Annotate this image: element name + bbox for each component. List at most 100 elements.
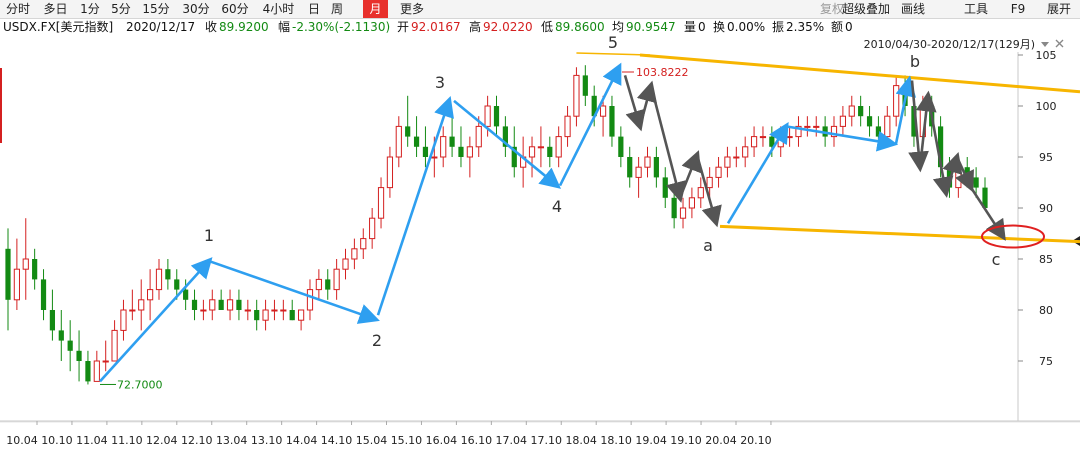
toolbar-action-2[interactable]: 画线 — [895, 0, 931, 18]
candle-body — [138, 299, 145, 311]
candle-body — [49, 310, 56, 331]
candle-body — [724, 156, 731, 168]
candle-body — [547, 146, 553, 157]
candle-body — [537, 146, 545, 149]
candle-body — [644, 156, 651, 168]
close-caption: 收 — [205, 20, 218, 34]
candle-body — [102, 360, 109, 363]
x-tick-label: 19.04 — [635, 434, 667, 447]
avg-caption: 均 — [612, 20, 625, 34]
period-tab-8[interactable]: 日 — [305, 0, 323, 18]
candle-body — [804, 125, 811, 128]
period-tab-4[interactable]: 15分 — [137, 0, 175, 18]
candle-body — [564, 115, 571, 138]
wave-label: 4 — [552, 197, 562, 216]
period-tab-1[interactable]: 多日 — [38, 0, 73, 18]
candle-body — [466, 146, 473, 158]
candle-body — [76, 350, 82, 361]
chevron-down-icon — [1041, 42, 1049, 47]
toolbar-action-4[interactable]: F9 — [1003, 0, 1033, 18]
x-tick-label: 18.04 — [565, 434, 597, 447]
x-tick-label: 14.10 — [321, 434, 353, 447]
candle-body — [671, 197, 677, 219]
y-tick-label: 95 — [1039, 151, 1053, 164]
date-label: 2020/12/17 — [126, 20, 196, 34]
candle-body — [244, 309, 251, 312]
wave-label: b — [910, 52, 920, 71]
candle-body — [111, 329, 118, 362]
high-value: 92.0220 — [483, 20, 533, 34]
wave-arrow-up — [376, 95, 454, 316]
y-tick-label: 85 — [1039, 253, 1053, 266]
wave-arrow-up — [99, 257, 213, 383]
period-tab-5[interactable]: 30分 — [177, 0, 215, 18]
candle-body — [786, 136, 793, 139]
candle-body — [209, 299, 216, 311]
candle-body — [875, 126, 882, 137]
wave-label: 2 — [372, 331, 382, 350]
candle-body — [183, 289, 189, 300]
candle-body — [573, 74, 580, 117]
candle-body — [342, 258, 349, 270]
period-tab-2[interactable]: 1分 — [75, 0, 105, 18]
candle-body — [289, 310, 295, 321]
candle-body — [528, 146, 536, 158]
high-caption: 高 — [469, 20, 482, 34]
candle-body — [386, 156, 394, 189]
amplitude-value: 2.35% — [786, 20, 825, 34]
x-tick-label: 19.10 — [670, 434, 702, 447]
candle-body — [715, 166, 722, 178]
x-tick-label: 10.10 — [41, 434, 73, 447]
candle-body — [618, 136, 624, 157]
candle-body — [484, 105, 491, 127]
candles-group — [5, 65, 988, 385]
candle-body — [67, 340, 73, 351]
candle-body — [955, 166, 962, 189]
x-tick-label: 11.10 — [111, 434, 143, 447]
candle-body — [706, 176, 713, 189]
candle-body — [325, 279, 331, 290]
candle-body — [315, 278, 322, 291]
candle-body — [413, 136, 420, 147]
candlestick-chart: 2010/04/30-2020/12/17(129月) 75 80 85 90 95 100… — [0, 36, 1080, 447]
candle-body — [191, 299, 198, 310]
avg-value: 90.9547 — [626, 20, 676, 34]
candle-body — [458, 146, 464, 157]
x-tick-label: 13.10 — [251, 434, 283, 447]
candle-body — [422, 146, 429, 157]
candle-body — [13, 268, 20, 301]
y-tick-label: 75 — [1039, 355, 1053, 368]
period-tab-9[interactable]: 周 — [326, 0, 348, 18]
candle-body — [369, 217, 376, 240]
candle-body — [759, 136, 767, 139]
candle-body — [395, 125, 402, 158]
y-tick-label: 90 — [1039, 202, 1053, 215]
max-value-label: 103.8222 — [636, 66, 689, 79]
period-tab-10[interactable]: 月 — [363, 0, 388, 18]
wave-label: a — [703, 236, 713, 255]
candle-body — [377, 187, 385, 219]
toolbar-action-5[interactable]: 展开 — [1038, 0, 1080, 18]
candle-body — [848, 105, 855, 117]
toolbar-action-3[interactable]: 工具 — [958, 0, 994, 18]
period-tab-0[interactable]: 分时 — [0, 0, 36, 18]
period-tab-3[interactable]: 5分 — [106, 0, 136, 18]
candle-body — [405, 126, 411, 137]
period-tab-11[interactable]: 更多 — [392, 0, 432, 18]
x-tick-label: 15.10 — [391, 434, 423, 447]
candle-body — [688, 197, 695, 209]
wave-label: 1 — [204, 226, 214, 245]
candle-body — [599, 105, 607, 117]
candle-body — [155, 268, 163, 291]
period-tab-7[interactable]: 4小时 — [256, 0, 301, 18]
symbol-label: USDX.FX[美元指数] — [3, 20, 114, 34]
candle-body — [236, 299, 242, 310]
channel-upper-thin — [576, 52, 651, 56]
wave-arrow-down — [636, 80, 657, 127]
change-value: -2.30%(-2.1130) — [292, 20, 391, 34]
toolbar-action-1[interactable]: 超级叠加 — [836, 0, 896, 18]
candle-body — [697, 187, 704, 199]
period-tab-6[interactable]: 60分 — [216, 0, 254, 18]
candle-body — [129, 309, 136, 312]
candle-body — [120, 309, 127, 331]
